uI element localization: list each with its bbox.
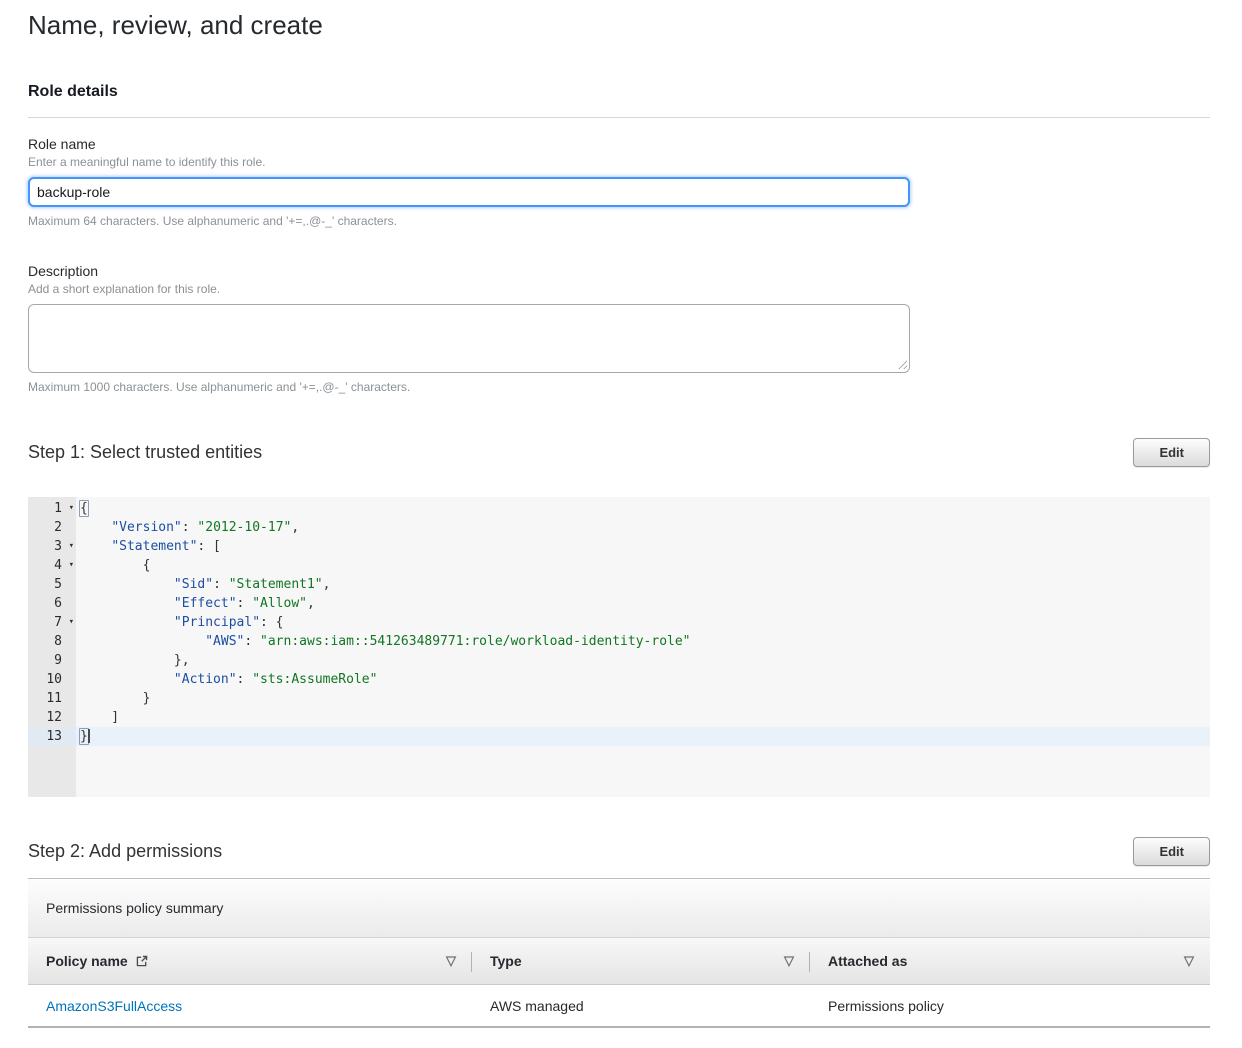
line-number: 9: [28, 651, 76, 670]
line-number: 4▾: [28, 556, 76, 575]
step1-header: Step 1: Select trusted entities Edit: [28, 438, 1210, 467]
step2-edit-button[interactable]: Edit: [1133, 837, 1210, 866]
editor-line: 2 "Version": "2012-10-17",: [28, 518, 1210, 537]
step1-edit-button[interactable]: Edit: [1133, 438, 1210, 467]
step2-header: Step 2: Add permissions Edit: [28, 837, 1210, 866]
code-line[interactable]: ]: [76, 708, 1210, 727]
description-field: Description Add a short explanation for …: [28, 263, 1210, 394]
text-caret: [88, 729, 90, 743]
code-line[interactable]: "Principal": {: [76, 613, 1210, 632]
fold-arrow-icon[interactable]: ▾: [69, 613, 74, 632]
code-line[interactable]: "Version": "2012-10-17",: [76, 518, 1210, 537]
filter-attached-as-icon[interactable]: ▽: [1184, 953, 1194, 969]
description-label: Description: [28, 263, 1210, 279]
fold-arrow-icon[interactable]: ▾: [69, 556, 74, 575]
editor-line: 1▾{: [28, 499, 1210, 518]
line-number: 1▾: [28, 499, 76, 518]
filter-policy-name-icon[interactable]: ▽: [446, 953, 456, 969]
line-number: 10: [28, 670, 76, 689]
description-textarea[interactable]: [28, 304, 910, 373]
filter-type-icon[interactable]: ▽: [784, 953, 794, 969]
line-number: 3▾: [28, 537, 76, 556]
table-row: AmazonS3FullAccess AWS managed Permissio…: [28, 985, 1210, 1028]
line-number: 5: [28, 575, 76, 594]
editor-line: 6 "Effect": "Allow",: [28, 594, 1210, 613]
attached-as-cell: Permissions policy: [810, 998, 1210, 1014]
fold-arrow-icon[interactable]: ▾: [69, 537, 74, 556]
code-line[interactable]: "Action": "sts:AssumeRole": [76, 670, 1210, 689]
code-line[interactable]: {: [76, 499, 1210, 518]
code-line[interactable]: {: [76, 556, 1210, 575]
editor-line: 7▾ "Principal": {: [28, 613, 1210, 632]
permissions-panel: Permissions policy summary Policy name ▽…: [28, 878, 1210, 1028]
policy-type-cell: AWS managed: [472, 998, 810, 1014]
policy-name-cell: AmazonS3FullAccess: [28, 998, 472, 1014]
column-header-attached-as[interactable]: Attached as ▽: [810, 938, 1210, 984]
type-header-label: Type: [490, 953, 522, 969]
policy-table-header: Policy name ▽ Type ▽ Attached as ▽: [28, 937, 1210, 985]
editor-line: 4▾ {: [28, 556, 1210, 575]
line-number: 6: [28, 594, 76, 613]
code-line[interactable]: "Sid": "Statement1",: [76, 575, 1210, 594]
line-number: 2: [28, 518, 76, 537]
external-link-icon: [135, 954, 149, 968]
line-number: 13: [28, 727, 76, 746]
editor-lines: 1▾{2 "Version": "2012-10-17",3▾ "Stateme…: [28, 497, 1210, 746]
policy-name-link[interactable]: AmazonS3FullAccess: [46, 998, 182, 1014]
editor-line: 13}: [28, 727, 1210, 746]
line-number: 12: [28, 708, 76, 727]
step2-title: Step 2: Add permissions: [28, 841, 222, 862]
attached-as-header-label: Attached as: [828, 953, 907, 969]
role-name-hint: Maximum 64 characters. Use alphanumeric …: [28, 214, 1210, 228]
editor-line: 12 ]: [28, 708, 1210, 727]
code-line[interactable]: }: [76, 727, 1210, 746]
editor-line: 9 },: [28, 651, 1210, 670]
trust-policy-editor[interactable]: 1▾{2 "Version": "2012-10-17",3▾ "Stateme…: [28, 497, 1210, 797]
fold-arrow-icon[interactable]: ▾: [69, 499, 74, 518]
role-name-field: Role name Enter a meaningful name to ide…: [28, 136, 1210, 228]
permissions-panel-title: Permissions policy summary: [28, 879, 1210, 937]
column-header-policy-name[interactable]: Policy name ▽: [28, 938, 472, 984]
page-title: Name, review, and create: [28, 10, 1210, 41]
editor-line: 3▾ "Statement": [: [28, 537, 1210, 556]
code-line[interactable]: "Statement": [: [76, 537, 1210, 556]
page: Name, review, and create Role details Ro…: [0, 0, 1242, 1048]
code-line[interactable]: "Effect": "Allow",: [76, 594, 1210, 613]
code-line[interactable]: },: [76, 651, 1210, 670]
line-number: 8: [28, 632, 76, 651]
code-line[interactable]: "AWS": "arn:aws:iam::541263489771:role/w…: [76, 632, 1210, 651]
description-hint: Maximum 1000 characters. Use alphanumeri…: [28, 380, 1210, 394]
editor-line: 8 "AWS": "arn:aws:iam::541263489771:role…: [28, 632, 1210, 651]
editor-line: 10 "Action": "sts:AssumeRole": [28, 670, 1210, 689]
section-divider: [28, 117, 1210, 118]
role-name-input[interactable]: [28, 177, 910, 207]
role-name-label: Role name: [28, 136, 1210, 152]
resize-grip-icon[interactable]: [898, 360, 907, 369]
editor-line: 11 }: [28, 689, 1210, 708]
step1-title: Step 1: Select trusted entities: [28, 442, 262, 463]
editor-line: 5 "Sid": "Statement1",: [28, 575, 1210, 594]
column-header-type[interactable]: Type ▽: [472, 938, 810, 984]
line-number: 11: [28, 689, 76, 708]
description-help: Add a short explanation for this role.: [28, 282, 1210, 296]
line-number: 7▾: [28, 613, 76, 632]
code-line[interactable]: }: [76, 689, 1210, 708]
role-name-help: Enter a meaningful name to identify this…: [28, 155, 1210, 169]
policy-name-header-label: Policy name: [46, 953, 128, 969]
role-details-heading: Role details: [28, 83, 1210, 101]
